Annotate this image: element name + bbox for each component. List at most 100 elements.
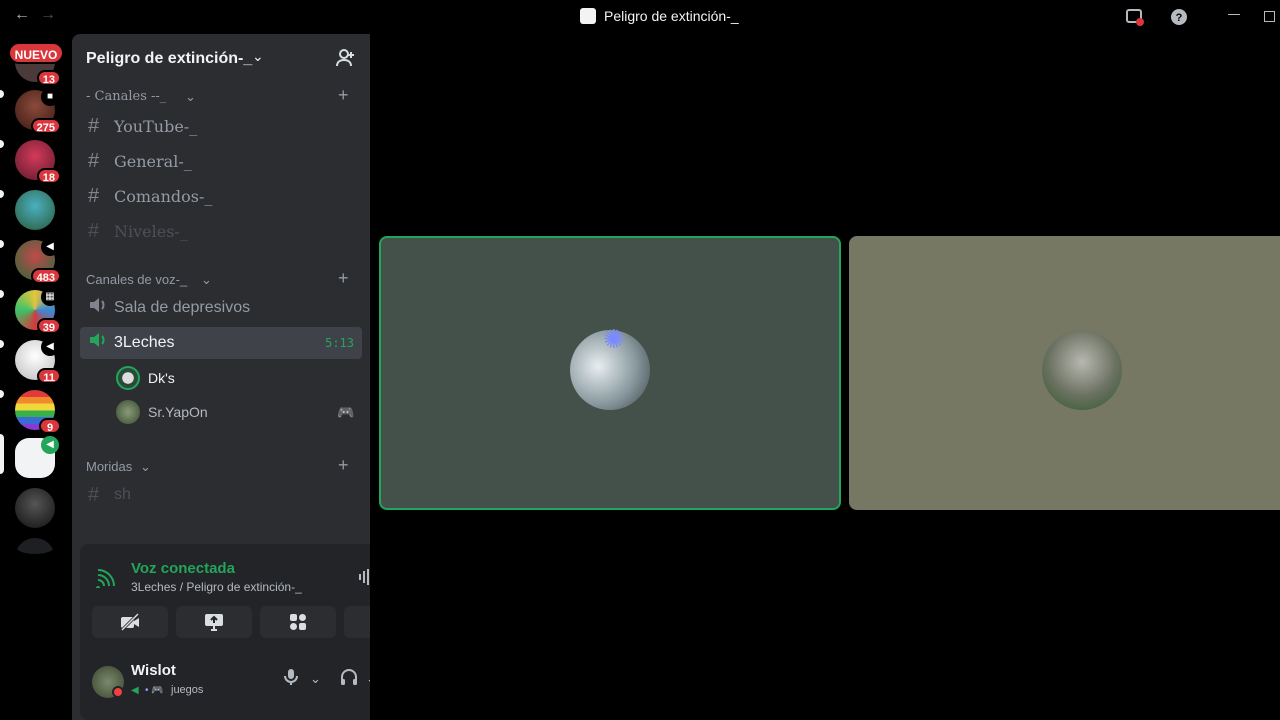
- participant-tile-speaking[interactable]: ✺: [379, 236, 841, 510]
- channel-name: Comandos-_: [114, 186, 213, 206]
- server-name[interactable]: Peligro de extinción-_: [86, 50, 252, 68]
- chevron-down-icon[interactable]: ⌄: [140, 459, 151, 475]
- user-name[interactable]: Wislot: [131, 662, 176, 679]
- chevron-down-icon[interactable]: ⌄: [310, 671, 321, 687]
- hash-icon: #: [88, 483, 100, 506]
- notification-badge: 9: [39, 418, 61, 434]
- notification-badge: 483: [30, 268, 61, 284]
- channel-comandos[interactable]: # Comandos-_: [80, 180, 362, 212]
- participant-tile[interactable]: [849, 236, 1280, 510]
- category-channels[interactable]: - Canales --_: [86, 89, 166, 104]
- gamepad-icon: • 🎮: [145, 685, 164, 696]
- window-icon: [580, 8, 596, 24]
- add-channel-icon[interactable]: +: [338, 268, 349, 289]
- unread-pill: [0, 340, 4, 348]
- minimize-icon[interactable]: [1228, 14, 1240, 15]
- guild-item[interactable]: ■ 275: [15, 88, 61, 134]
- category-voice[interactable]: Canales de voz-_: [86, 272, 187, 287]
- flower-decoration-icon: ✺: [603, 324, 625, 354]
- guild-item[interactable]: ▦ 39: [15, 288, 61, 334]
- channel-name: Sala de depresivos: [114, 299, 251, 316]
- back-arrow-icon[interactable]: ←: [14, 6, 30, 24]
- voice-user-name: Sr.YapOn: [148, 404, 208, 420]
- speaker-icon: [88, 331, 114, 355]
- call-timer: 5:13: [325, 336, 354, 350]
- speaker-icon: ◀: [41, 338, 59, 356]
- participant-avatar: [1042, 330, 1122, 410]
- window-title: Peligro de extinción-_: [604, 8, 739, 24]
- microphone-icon[interactable]: [284, 668, 298, 691]
- speaker-icon: ◀: [41, 238, 59, 256]
- chevron-down-icon[interactable]: ⌄: [201, 272, 212, 288]
- channel-name: General-_: [114, 151, 192, 171]
- voice-channel-3leches[interactable]: 3Leches 5:13: [80, 327, 362, 359]
- channel-name: 3Leches: [114, 334, 175, 351]
- channel-name: Niveles-_: [114, 221, 188, 241]
- headphones-icon[interactable]: [340, 668, 358, 691]
- channel-youtube[interactable]: # YouTube-_: [80, 110, 362, 142]
- connection-icon: [96, 568, 116, 593]
- unread-pill: [0, 290, 4, 298]
- speaker-icon: ◀: [131, 685, 139, 696]
- channel-name: sh: [114, 486, 131, 503]
- voice-status[interactable]: Voz conectada: [131, 560, 235, 577]
- title-bar: ← → Peligro de extinción-_ ?: [0, 0, 1280, 34]
- voice-channel-path[interactable]: 3Leches / Peligro de extinción-_: [131, 580, 302, 594]
- guild-item[interactable]: 18: [15, 140, 61, 184]
- channel-name: YouTube-_: [114, 116, 198, 136]
- guild-item[interactable]: ◀ 11: [15, 338, 61, 384]
- svg-text:?: ?: [1176, 12, 1183, 24]
- notification-badge: 11: [37, 368, 61, 384]
- forward-arrow-icon[interactable]: →: [40, 6, 56, 24]
- notification-badge: 18: [36, 168, 61, 184]
- avatar: [116, 366, 140, 390]
- avatar: [116, 400, 140, 424]
- voice-stage: ✺: [370, 34, 1280, 720]
- hash-icon: #: [88, 149, 100, 172]
- guild-item[interactable]: [15, 488, 55, 528]
- channel-niveles[interactable]: # Niveles-_: [80, 215, 362, 247]
- guild-item[interactable]: [15, 190, 55, 230]
- selected-pill: [0, 434, 4, 474]
- add-channel-icon[interactable]: +: [338, 455, 349, 476]
- hash-icon: #: [88, 114, 100, 137]
- unread-pill: [0, 140, 4, 148]
- screen-share-button[interactable]: [176, 606, 252, 638]
- invite-people-icon[interactable]: [336, 48, 356, 73]
- voice-user[interactable]: Dk's: [116, 363, 175, 393]
- window-title-container: Peligro de extinción-_: [580, 8, 739, 24]
- dnd-status-icon: [112, 686, 124, 698]
- unread-pill: [0, 390, 4, 398]
- chevron-down-icon[interactable]: ⌄: [185, 89, 196, 105]
- activities-button[interactable]: [260, 606, 336, 638]
- voice-channel-sala[interactable]: Sala de depresivos: [80, 292, 362, 324]
- add-channel-icon[interactable]: +: [338, 85, 349, 106]
- voice-user[interactable]: Sr.YapOn: [116, 397, 208, 427]
- category-moridas[interactable]: Moridas: [86, 459, 132, 474]
- notification-badge: 39: [36, 318, 61, 334]
- hash-icon: #: [88, 219, 100, 242]
- help-icon[interactable]: ?: [1170, 8, 1188, 29]
- voice-user-name: Dk's: [148, 370, 175, 386]
- camera-off-button[interactable]: [92, 606, 168, 638]
- notification-badge: 13: [36, 70, 61, 86]
- server-list: 13 NUEVO ■ 275 18 ◀ 483 ▦ 39 ◀ 11 9 ◀: [0, 34, 72, 720]
- unread-pill: [0, 190, 4, 198]
- channel-sidebar: Peligro de extinción-_ ⌄ - Canales --_ ⌄…: [72, 34, 432, 720]
- guild-item[interactable]: [15, 538, 55, 554]
- speaker-icon: [88, 296, 114, 320]
- unread-pill: [0, 240, 4, 248]
- maximize-icon[interactable]: [1264, 11, 1275, 22]
- channel-sh[interactable]: # sh: [80, 479, 362, 511]
- guild-item[interactable]: 9: [15, 390, 61, 434]
- chat-icon: ■: [41, 88, 59, 106]
- chevron-down-icon[interactable]: ⌄: [252, 48, 264, 65]
- notification-badge: 275: [30, 118, 61, 134]
- unread-pill: [0, 90, 4, 98]
- hash-icon: #: [88, 184, 100, 207]
- channel-general[interactable]: # General-_: [80, 145, 362, 177]
- guild-item[interactable]: ◀ 483: [15, 238, 61, 284]
- inbox-icon[interactable]: [1126, 8, 1144, 29]
- guild-item-active[interactable]: ◀: [15, 436, 59, 478]
- speaker-icon: ◀: [41, 436, 59, 454]
